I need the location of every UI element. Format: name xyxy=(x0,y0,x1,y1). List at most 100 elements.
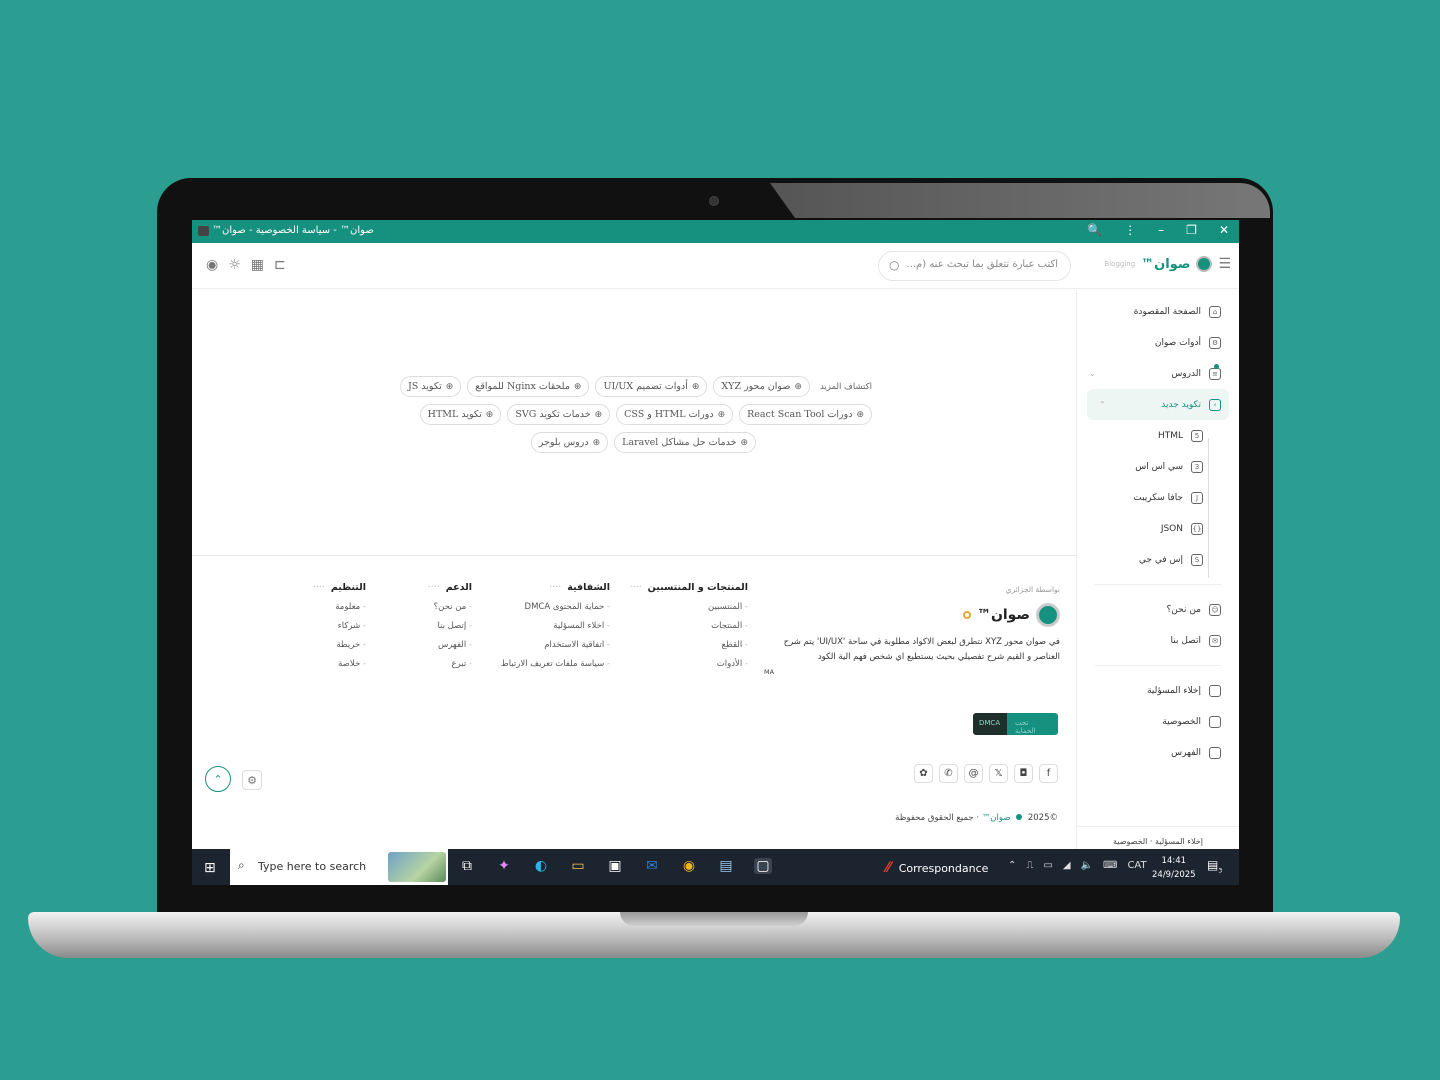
footer-link[interactable]: من نحن؟ xyxy=(384,602,472,621)
task-view-icon[interactable]: ⧉ xyxy=(458,858,476,874)
divider xyxy=(1095,584,1221,585)
notes-icon[interactable]: ▤ xyxy=(717,858,735,874)
menu-dots-icon[interactable]: ⋮ xyxy=(1124,223,1136,237)
chrome-icon[interactable]: ◉ xyxy=(680,858,698,874)
browser-window: صوان™ - سياسة الخصوصية - صوان™ 🔍 ⋮ – ❐ ✕… xyxy=(192,220,1239,885)
restore-button[interactable]: ❐ xyxy=(1186,223,1197,237)
explore-chip[interactable]: ⊕ تكويد HTML xyxy=(419,404,502,425)
account-icon[interactable]: ◉ xyxy=(206,257,218,273)
file-explorer-icon[interactable]: ▭ xyxy=(569,858,587,874)
keyboard-icon[interactable]: ⌨ xyxy=(1103,860,1117,871)
search-placeholder: اكتب عبارة تتعلق بما تبحث عنه (م... xyxy=(906,259,1058,270)
chevron-up-icon[interactable]: ⌃ xyxy=(1008,860,1016,871)
sidebar-item-new-code[interactable]: › تكويد جديد ⌃ xyxy=(1087,389,1229,420)
copyright-year: ©2025 xyxy=(1027,813,1058,823)
zoom-icon[interactable]: 🔍 xyxy=(1087,223,1102,237)
volume-icon[interactable]: 🔈 xyxy=(1081,860,1093,871)
sidebar-item-home[interactable]: ⌂ الصفحة المقصودة xyxy=(1077,296,1239,327)
threads-icon[interactable]: @ xyxy=(964,764,983,783)
sidebar-item-label: سي اس اس xyxy=(1135,461,1183,472)
widget-correspondance[interactable]: ⁄⁄ Correspondance xyxy=(886,860,988,876)
grid-apps-icon[interactable]: ▦ xyxy=(251,257,264,273)
hamburger-icon[interactable]: ☰ xyxy=(1218,256,1231,272)
outlook-icon[interactable]: ✉ xyxy=(643,858,661,874)
notification-icon[interactable]: ▤3 xyxy=(1207,858,1222,874)
explore-chip[interactable]: ⊕ خدمات حل مشاكل Laravel xyxy=(614,432,756,453)
sidebar-item-disclaimer[interactable]: إخلاء المسؤلية xyxy=(1077,675,1239,706)
footer-link[interactable]: خلاصة xyxy=(296,659,366,678)
windows-start-icon[interactable]: ⊞ xyxy=(204,860,216,876)
sidebar-item-contact[interactable]: ✉ اتصل بنا xyxy=(1077,625,1239,656)
footer-link[interactable]: حماية المحتوى DMCA xyxy=(490,602,610,621)
sidebar-subitem-svg[interactable]: S إس في جي xyxy=(1077,544,1239,575)
copyright-brand[interactable]: صوان™ xyxy=(982,813,1011,823)
footer-link[interactable]: المنتجات xyxy=(628,621,748,640)
minimize-button[interactable]: – xyxy=(1158,223,1164,237)
search-input[interactable]: ○ اكتب عبارة تتعلق بما تبحث عنه (م... xyxy=(878,251,1071,281)
x-icon[interactable]: 𝕏 xyxy=(989,764,1008,783)
copilot-icon[interactable]: ✦ xyxy=(495,858,513,874)
plus-circle-icon: ⊕ xyxy=(794,381,802,392)
footer-link[interactable]: سياسة ملفات تعريف الارتباط xyxy=(490,659,610,678)
sidebar-footer-links[interactable]: إخلاء المسؤلية · الخصوصية xyxy=(1113,837,1203,846)
footer-link[interactable]: اخلاء المسؤلية xyxy=(490,621,610,640)
plus-circle-icon: ⊕ xyxy=(445,381,454,392)
edge-icon[interactable]: ◐ xyxy=(532,858,550,874)
close-button[interactable]: ✕ xyxy=(1219,223,1229,237)
settings-button[interactable]: ⚙ xyxy=(242,770,262,790)
sidebar-subitem-html[interactable]: 5 HTML xyxy=(1077,420,1239,451)
footer-link[interactable]: المنتسبين xyxy=(628,602,748,621)
explore-chip[interactable]: ⊕ ملحقات Nginx للمواقع xyxy=(467,376,590,397)
lessons-icon: ≡ xyxy=(1209,367,1221,380)
sidebar-item-tools[interactable]: ⚙ أدوات صوان xyxy=(1077,327,1239,358)
sidebar-subitem-css[interactable]: 3 سي اس اس xyxy=(1077,451,1239,482)
footer-link[interactable]: القطع xyxy=(628,640,748,659)
sidebar-item-index[interactable]: الفهرس xyxy=(1077,737,1239,768)
page-icon xyxy=(1209,715,1221,728)
taskbar-search-input[interactable]: ⌕ Type here to search xyxy=(230,849,448,885)
dmca-badge[interactable]: DMCA تحت الحماية xyxy=(973,713,1058,735)
facebook-icon[interactable]: f xyxy=(1039,764,1058,783)
footer-link[interactable]: الفهرس xyxy=(384,640,472,659)
footer-link[interactable]: اتفاقية الاستخدام xyxy=(490,640,610,659)
theme-toggle-icon[interactable]: ☼ xyxy=(228,257,241,273)
network-icon[interactable]: ⎍ xyxy=(1026,860,1033,871)
explore-chip[interactable]: ⊕ خدمات تكويد SVG xyxy=(507,404,611,425)
footer-link[interactable]: معلومة xyxy=(296,602,366,621)
footer-link[interactable]: خريطة xyxy=(296,640,366,659)
footer-link[interactable]: تبرع xyxy=(384,659,472,678)
whatsapp-icon[interactable]: ✆ xyxy=(939,764,958,783)
chip-label: خدمات حل مشاكل Laravel xyxy=(622,437,737,448)
brand[interactable]: ☰ صوان™ Blogging xyxy=(1104,256,1231,272)
footer-link[interactable]: إتصل بنا xyxy=(384,621,472,640)
taskbar-search-placeholder: Type here to search xyxy=(258,860,367,873)
explore-chip[interactable]: ⊕ صوان محور XYZ xyxy=(713,376,810,397)
battery-icon[interactable]: ▭ xyxy=(1043,860,1052,871)
sidebar-item-about[interactable]: ☺ من نحن؟ xyxy=(1077,594,1239,625)
language-label[interactable]: CAT xyxy=(1127,860,1146,871)
sidebar-subitem-json[interactable]: {} JSON xyxy=(1077,513,1239,544)
chevron-down-icon: ⌄ xyxy=(1089,369,1096,378)
footer-logo[interactable]: صوان™ xyxy=(764,603,1060,627)
footer-link[interactable]: شركاء xyxy=(296,621,366,640)
explore-chip[interactable]: ⊕ أدوات تصميم UI/UX xyxy=(595,376,708,397)
explore-chip[interactable]: ⊕ دورات React Scan Tool xyxy=(739,404,872,425)
explore-chip[interactable]: ⊕ دورات HTML و CSS xyxy=(616,404,734,425)
active-window-icon[interactable]: ▢ xyxy=(754,858,772,874)
sidebar-subitem-js[interactable]: J جافا سكريبت xyxy=(1077,482,1239,513)
footer-columns: المنتجات و المنتسبين···· المنتسبينالمنتج… xyxy=(268,582,748,678)
wifi-icon[interactable]: ◢ xyxy=(1063,860,1071,871)
bookmark-icon[interactable]: ⊏ xyxy=(274,257,286,273)
explore-chip[interactable]: ⊕ دروس بلوجر xyxy=(530,432,609,453)
sidebar-item-lessons[interactable]: ≡ الدروس ⌄ xyxy=(1077,358,1239,389)
instagram-icon[interactable]: ◘ xyxy=(1014,764,1033,783)
sidebar-item-privacy[interactable]: الخصوصية xyxy=(1077,706,1239,737)
scroll-top-button[interactable]: ⌃ xyxy=(205,766,231,792)
store-icon[interactable]: ▣ xyxy=(606,858,624,874)
bluesky-icon[interactable]: ✿ xyxy=(914,764,933,783)
explore-chip[interactable]: ⊕ تكويد JS xyxy=(399,376,462,397)
plus-circle-icon: ⊕ xyxy=(717,409,726,420)
webcam xyxy=(709,196,719,206)
clock[interactable]: 14:41 24/9/2025 xyxy=(1152,854,1196,882)
footer-link[interactable]: الأدوات xyxy=(628,659,748,678)
